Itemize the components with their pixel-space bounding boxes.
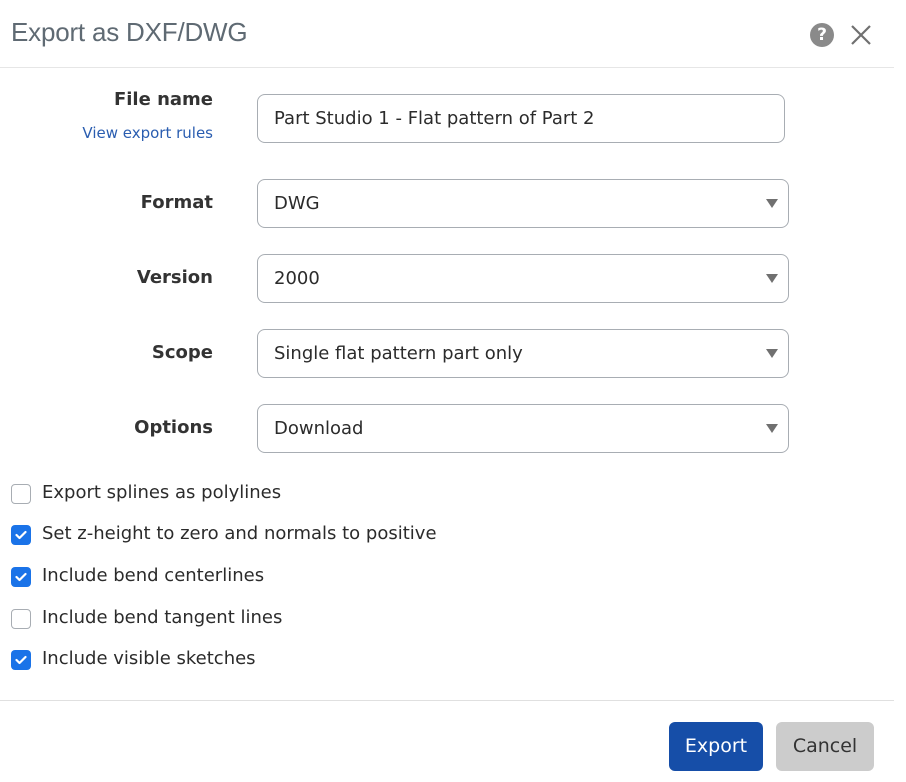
format-select[interactable]: DWG: [257, 179, 789, 228]
cancel-button[interactable]: Cancel: [776, 722, 874, 771]
file-name-value: Part Studio 1 - Flat pattern of Part 2: [274, 108, 595, 129]
export-button[interactable]: Export: [669, 722, 763, 771]
footer-divider: [0, 700, 894, 701]
checkmark-icon: [15, 655, 27, 665]
scope-select[interactable]: Single flat pattern part only: [257, 329, 789, 378]
checkbox-label: Include visible sketches: [42, 648, 256, 669]
scope-value: Single flat pattern part only: [274, 343, 523, 364]
chevron-down-icon: [766, 349, 778, 358]
export-dialog: Export as DXF/DWG ? File name View expor…: [0, 0, 894, 782]
options-value: Download: [274, 418, 364, 439]
checkbox-unchecked[interactable]: [11, 484, 31, 504]
format-label: Format: [140, 192, 213, 213]
chevron-down-icon: [766, 424, 778, 433]
close-x-glyph: [851, 25, 871, 45]
checkbox-checked[interactable]: [11, 650, 31, 670]
checkbox-unchecked[interactable]: [11, 609, 31, 629]
version-label: Version: [136, 267, 213, 288]
dialog-title: Export as DXF/DWG: [11, 17, 248, 47]
checkbox-label: Include bend tangent lines: [42, 607, 283, 628]
file-name-label: File name: [113, 89, 213, 110]
checkbox-checked[interactable]: [11, 525, 31, 545]
checkmark-icon: [15, 530, 27, 540]
chevron-down-icon: [766, 274, 778, 283]
view-export-rules-link[interactable]: View export rules: [82, 124, 213, 142]
checkbox-label: Include bend centerlines: [42, 565, 265, 586]
checkbox-label: Export splines as polylines: [42, 482, 282, 503]
options-select[interactable]: Download: [257, 404, 789, 453]
version-value: 2000: [274, 268, 320, 289]
checkmark-icon: [15, 572, 27, 582]
checkbox-label: Set z-height to zero and normals to posi…: [42, 523, 437, 544]
dialog-header: Export as DXF/DWG ?: [0, 0, 894, 68]
format-value: DWG: [274, 193, 320, 214]
version-select[interactable]: 2000: [257, 254, 789, 303]
file-name-input[interactable]: Part Studio 1 - Flat pattern of Part 2: [257, 94, 785, 143]
checkbox-checked[interactable]: [11, 567, 31, 587]
options-label: Options: [134, 417, 213, 438]
close-icon[interactable]: [849, 23, 873, 47]
scope-label: Scope: [151, 342, 213, 363]
chevron-down-icon: [766, 199, 778, 208]
help-circle-icon[interactable]: ?: [810, 23, 834, 47]
